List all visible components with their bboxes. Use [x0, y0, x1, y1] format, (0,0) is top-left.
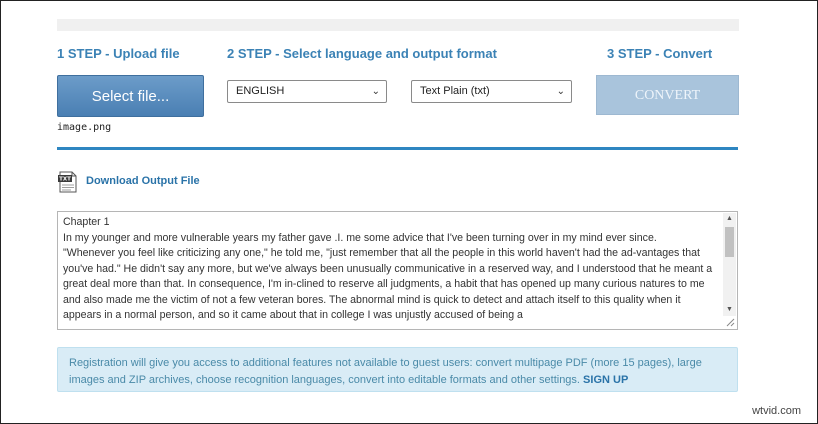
language-select-value: ENGLISH	[236, 85, 285, 97]
step-2-heading: 2 STEP - Select language and output form…	[227, 46, 497, 61]
convert-button[interactable]: CONVERT	[596, 75, 739, 115]
svg-text:TXT: TXT	[59, 177, 71, 183]
download-output-link[interactable]: Download Output File	[86, 175, 200, 187]
language-select[interactable]: ENGLISH ⌄	[227, 80, 387, 103]
output-textarea[interactable]: Chapter 1 In my younger and more vulnera…	[57, 211, 738, 330]
scroll-up-icon[interactable]: ▲	[723, 213, 736, 225]
registration-notice: Registration will give you access to add…	[57, 347, 738, 392]
registration-text-block: Registration will give you access to add…	[69, 355, 729, 388]
output-scrollbar[interactable]: ▲ ▼	[723, 213, 736, 316]
step-1-heading: 1 STEP - Upload file	[57, 46, 180, 61]
scroll-down-icon[interactable]: ▼	[723, 304, 736, 316]
select-file-button[interactable]: Select file...	[57, 75, 204, 117]
output-format-select-value: Text Plain (txt)	[420, 85, 490, 97]
output-format-select[interactable]: Text Plain (txt) ⌄	[411, 80, 572, 103]
top-bar	[57, 19, 739, 31]
scrollbar-thumb[interactable]	[725, 227, 734, 257]
txt-file-icon: TXT	[58, 171, 77, 193]
output-text: Chapter 1 In my younger and more vulnera…	[63, 216, 713, 321]
selected-file-name: image.png	[57, 122, 112, 133]
page-frame: 1 STEP - Upload file 2 STEP - Select lan…	[0, 0, 818, 424]
chevron-down-icon: ⌄	[556, 86, 565, 97]
chevron-down-icon: ⌄	[371, 86, 380, 97]
watermark-text: wtvid.com	[752, 405, 801, 417]
resize-handle-icon[interactable]	[726, 318, 735, 327]
section-divider	[57, 147, 738, 150]
step-3-heading: 3 STEP - Convert	[607, 46, 713, 61]
sign-up-link[interactable]: SIGN UP	[583, 374, 628, 386]
